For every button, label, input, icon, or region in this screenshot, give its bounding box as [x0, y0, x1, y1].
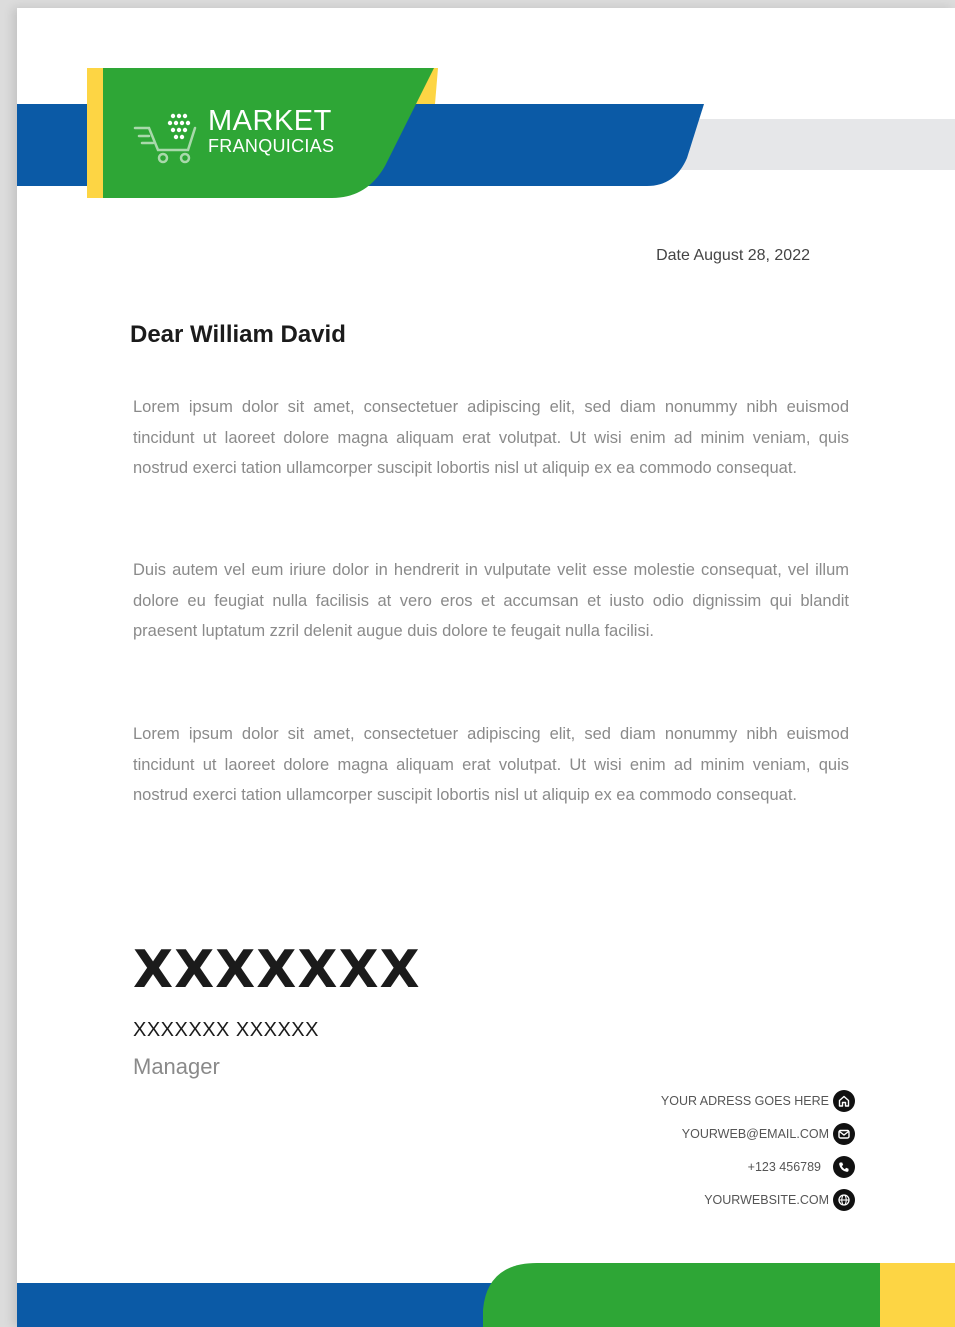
signature: XXXXXXX [133, 940, 421, 1000]
cart-icon [133, 113, 197, 164]
contact-block: YOUR ADRESS GOES HERE YOURWEB@EMAIL.COM … [661, 1084, 855, 1216]
contact-address: YOUR ADRESS GOES HERE [661, 1084, 855, 1117]
brand-logo: MARKET FRANQUICIAS [133, 104, 363, 174]
website-text: YOURWEBSITE.COM [704, 1192, 829, 1207]
brand-name-top: MARKET [208, 105, 332, 137]
email-text: YOURWEB@EMAIL.COM [681, 1126, 829, 1141]
phone-text: +123 456789 [747, 1159, 821, 1174]
body-paragraph: Duis autem vel eum iriure dolor in hendr… [133, 561, 849, 640]
header-gray-band [677, 119, 955, 170]
body-paragraph: Lorem ipsum dolor sit amet, consectetuer… [133, 725, 849, 804]
brand-name-bottom: FRANQUICIAS [208, 136, 335, 156]
contact-phone: +123 456789 [661, 1150, 855, 1183]
footer-yellow-block [880, 1263, 955, 1327]
mail-icon [833, 1122, 855, 1145]
contact-email: YOURWEB@EMAIL.COM [661, 1117, 855, 1150]
signer-role: Manager [133, 1054, 220, 1079]
home-icon [833, 1089, 855, 1112]
signer-name: XXXXXXX XXXXXX [133, 1019, 319, 1041]
body-paragraph: Lorem ipsum dolor sit amet, consectetuer… [133, 398, 849, 477]
header-yellow-bar [87, 68, 105, 198]
letterhead-page: MARKET FRANQUICIAS Date August 28, 2022 … [17, 8, 955, 1327]
address-text: YOUR ADRESS GOES HERE [660, 1093, 829, 1108]
contact-website: YOURWEBSITE.COM [661, 1183, 855, 1216]
letter-date: Date August 28, 2022 [656, 247, 810, 264]
footer-banner [17, 1263, 955, 1327]
phone-icon [833, 1155, 855, 1178]
footer-blue-band [17, 1283, 517, 1327]
globe-icon [833, 1188, 855, 1211]
greeting: Dear William David [130, 321, 346, 348]
